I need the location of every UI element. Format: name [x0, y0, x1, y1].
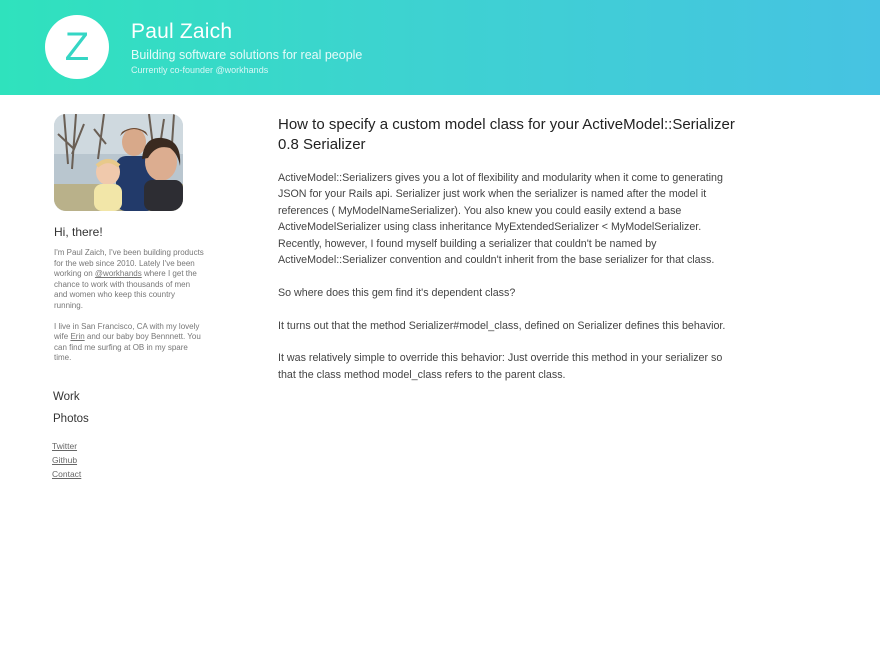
logo-badge[interactable]: Z — [45, 15, 109, 79]
nav-item-work[interactable]: Work — [53, 390, 89, 412]
twitter-link[interactable]: Twitter — [52, 440, 81, 454]
post-paragraph: ActiveModel::Serializers gives you a lot… — [278, 172, 723, 267]
bio-paragraph: I live in San Francisco, CA with my love… — [54, 322, 204, 364]
sidebar-greeting: Hi, there! — [54, 225, 103, 239]
site-title[interactable]: Paul Zaich — [131, 20, 232, 44]
github-link[interactable]: Github — [52, 454, 81, 468]
post-paragraph: So where does this gem find it's depende… — [278, 286, 516, 299]
site-tagline: Building software solutions for real peo… — [131, 48, 363, 62]
site-header: Z Paul Zaich Building software solutions… — [0, 0, 880, 95]
workhands-link[interactable]: @workhands — [95, 269, 142, 278]
post-paragraph: It turns out that the method Serializer#… — [278, 319, 726, 332]
post-paragraph: It was relatively simple to override thi… — [278, 352, 723, 381]
sidebar-nav: Work Photos — [53, 390, 89, 433]
post-title: How to specify a custom model class for … — [278, 116, 735, 153]
post-body: ActiveModel::Serializers gives you a lot… — [278, 170, 738, 400]
logo-letter: Z — [64, 24, 90, 69]
nav-item-photos[interactable]: Photos — [53, 412, 89, 434]
contact-link[interactable]: Contact — [52, 468, 81, 482]
bio-paragraph: I'm Paul Zaich, I've been building produ… — [54, 248, 204, 312]
social-links: Twitter Github Contact — [52, 440, 81, 482]
erin-link[interactable]: Erin — [70, 332, 84, 341]
profile-photo — [54, 114, 183, 211]
sidebar-bio: I'm Paul Zaich, I've been building produ… — [54, 248, 204, 374]
site-subline: Currently co-founder @workhands — [131, 65, 269, 75]
